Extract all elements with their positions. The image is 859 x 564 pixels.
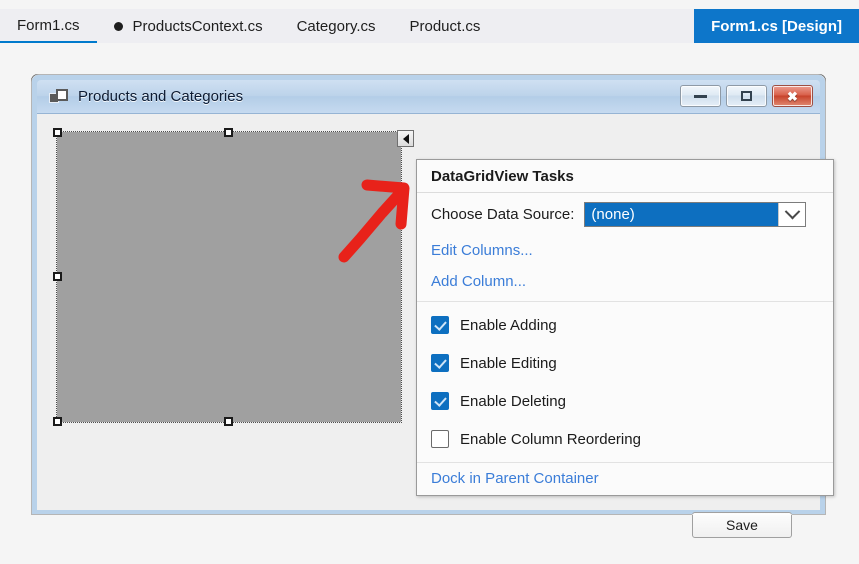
tasks-panel-header: DataGridView Tasks [417,160,833,193]
minimize-button[interactable] [680,85,721,107]
winform-title: Products and Categories [78,88,243,105]
windows-form-icon [49,89,69,105]
enable-adding-label: Enable Adding [460,317,557,334]
designer-window: Form1.cs ProductsContext.cs Category.cs … [0,0,859,564]
tab-productscontext-cs[interactable]: ProductsContext.cs [97,9,280,43]
winform-title-bar[interactable]: Products and Categories ✖ [37,80,820,113]
datagridview-tasks-panel[interactable]: DataGridView Tasks Choose Data Source: (… [416,159,834,496]
tab-label: Form1.cs [17,17,80,34]
enable-adding-checkbox[interactable] [431,316,449,334]
tasks-panel-title: DataGridView Tasks [431,168,574,185]
smart-tag-triangle-icon [403,134,409,144]
tasks-panel-footer: Dock in Parent Container [417,462,833,494]
tab-category-cs[interactable]: Category.cs [280,9,393,43]
enable-editing-checkbox[interactable] [431,354,449,372]
tab-form1-cs[interactable]: Form1.cs [0,9,97,43]
enable-adding-row[interactable]: Enable Adding [417,306,833,344]
tab-label: Product.cs [410,18,481,35]
enable-editing-label: Enable Editing [460,355,557,372]
resize-handle-bottom-center[interactable] [224,417,233,426]
edit-columns-link[interactable]: Edit Columns... [417,235,833,266]
maximize-icon [741,91,752,101]
tab-label: Form1.cs [Design] [711,18,842,35]
tab-form1-cs-design[interactable]: Form1.cs [Design] [694,9,859,43]
tasks-panel-divider [417,301,833,302]
close-button[interactable]: ✖ [772,85,813,107]
dock-in-parent-container-link[interactable]: Dock in Parent Container [417,463,833,494]
minimize-icon [694,95,707,98]
tab-label: Category.cs [297,18,376,35]
choose-data-source-row: Choose Data Source: (none) [417,193,833,235]
tasks-panel-body: Choose Data Source: (none) Edit Columns.… [417,193,833,494]
resize-handle-top-left[interactable] [53,128,62,137]
enable-column-reordering-label: Enable Column Reordering [460,431,641,448]
tab-label: ProductsContext.cs [133,18,263,35]
maximize-button[interactable] [726,85,767,107]
add-column-link[interactable]: Add Column... [417,266,833,297]
window-controls: ✖ [680,85,813,107]
tab-strip-filler [497,9,694,43]
editor-tab-strip: Form1.cs ProductsContext.cs Category.cs … [0,9,859,43]
enable-column-reordering-row[interactable]: Enable Column Reordering [417,420,833,458]
datagridview-selection-adorner[interactable] [53,128,405,426]
tab-product-cs[interactable]: Product.cs [393,9,498,43]
resize-handle-bottom-left[interactable] [53,417,62,426]
smart-tag-glyph-button[interactable] [397,130,414,147]
unsaved-changes-dot-icon [114,22,123,31]
choose-data-source-label: Choose Data Source: [431,206,574,223]
data-source-combobox[interactable]: (none) [584,202,806,227]
close-icon: ✖ [787,90,798,103]
resize-handle-top-center[interactable] [224,128,233,137]
save-button[interactable]: Save [692,512,792,538]
design-surface[interactable]: Products and Categories ✖ [0,43,859,564]
datagridview-control[interactable] [57,132,401,422]
enable-column-reordering-checkbox[interactable] [431,430,449,448]
enable-deleting-row[interactable]: Enable Deleting [417,382,833,420]
data-source-selected-value: (none) [585,203,778,226]
enable-deleting-label: Enable Deleting [460,393,566,410]
data-source-dropdown-button[interactable] [778,203,805,226]
chevron-down-icon [785,203,801,219]
enable-editing-row[interactable]: Enable Editing [417,344,833,382]
enable-deleting-checkbox[interactable] [431,392,449,410]
resize-handle-middle-left[interactable] [53,272,62,281]
